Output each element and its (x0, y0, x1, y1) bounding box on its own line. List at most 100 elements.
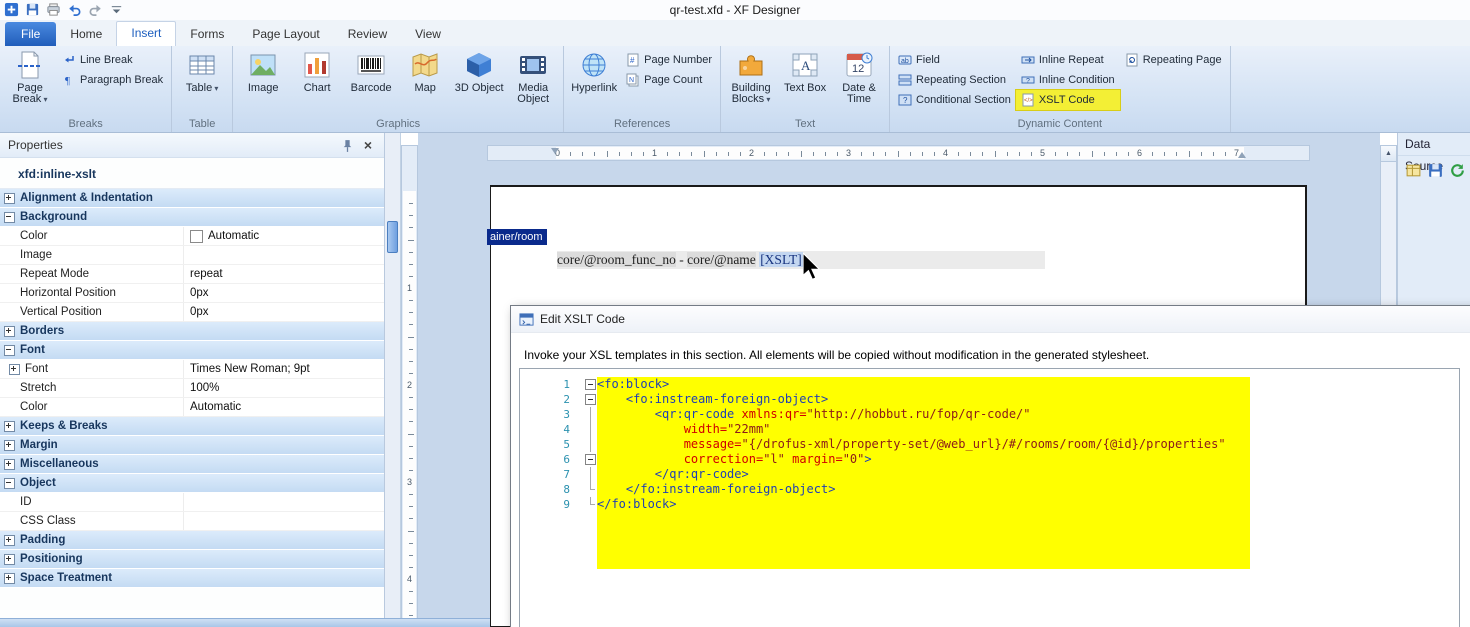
field-token[interactable]: core/@name (687, 252, 756, 267)
property-category-borders[interactable]: Borders (0, 322, 384, 341)
highlighted-code-block[interactable]: <fo:block> <fo:instream-foreign-object> … (597, 377, 1250, 569)
code-line[interactable]: <fo:block> (597, 377, 1250, 392)
ribbon-tab-file[interactable]: File (5, 22, 56, 46)
expand-icon[interactable] (4, 573, 15, 584)
checkbox[interactable] (190, 230, 203, 243)
datasource-new-icon[interactable] (1405, 162, 1422, 179)
property-row-repeat-mode[interactable]: Repeat Moderepeat (0, 265, 384, 284)
datasource-refresh-icon[interactable] (1449, 162, 1466, 179)
property-value-cell[interactable]: Automatic (183, 398, 384, 416)
ribbon-tab-review[interactable]: Review (334, 22, 401, 46)
ribbon-button-field[interactable]: abField (893, 50, 1016, 70)
property-category-margin[interactable]: Margin (0, 436, 384, 455)
right-indent-marker[interactable] (1238, 152, 1246, 158)
expand-icon[interactable] (4, 193, 15, 204)
datasource-save-icon[interactable] (1427, 162, 1444, 179)
ribbon-button-table[interactable]: Table ▾ (175, 48, 229, 94)
ribbon-button-inline-condition[interactable]: ?Inline Condition (1016, 70, 1120, 90)
code-fold-toggle-icon[interactable] (584, 377, 597, 392)
dialog-title-bar[interactable]: Edit XSLT Code (511, 306, 1470, 333)
property-value-cell[interactable]: Automatic (183, 227, 384, 245)
expand-icon[interactable] (4, 459, 15, 470)
expand-icon[interactable] (4, 326, 15, 337)
property-value-cell[interactable]: 100% (183, 379, 384, 397)
expand-icon[interactable] (4, 535, 15, 546)
property-category-font[interactable]: Font (0, 341, 384, 360)
ribbon-button-hyperlink[interactable]: Hyperlink (567, 48, 621, 94)
ribbon-button-repeating-section[interactable]: Repeating Section (893, 70, 1016, 90)
property-value-cell[interactable] (183, 246, 384, 264)
scrollbar-thumb[interactable] (387, 221, 398, 253)
ribbon-button-3d-object[interactable]: 3D Object (452, 48, 506, 94)
code-line[interactable]: correction="l" margin="0"> (597, 452, 1250, 467)
ribbon-button-paragraph-break[interactable]: ¶Paragraph Break (57, 70, 168, 90)
pin-icon[interactable] (340, 138, 355, 153)
code-line[interactable]: message="{/drofus-xml/property-set/@web_… (597, 437, 1250, 452)
ribbon-button-map[interactable]: Map (398, 48, 452, 94)
code-line[interactable]: </qr:qr-code> (597, 467, 1250, 482)
code-line[interactable]: width="22mm" (597, 422, 1250, 437)
ribbon-button-page-break[interactable]: Page Break ▾ (3, 48, 57, 105)
code-fold-toggle-icon[interactable] (584, 392, 597, 407)
property-row-id[interactable]: ID (0, 493, 384, 512)
ribbon-button-inline-repeat[interactable]: Inline Repeat (1016, 50, 1120, 70)
code-line[interactable]: </fo:block> (597, 497, 1250, 512)
expand-icon[interactable] (4, 554, 15, 565)
close-icon[interactable]: × (364, 138, 372, 152)
field-token[interactable]: core/@room_func_no (557, 252, 676, 267)
property-row-color[interactable]: ColorAutomatic (0, 398, 384, 417)
property-row-color[interactable]: ColorAutomatic (0, 227, 384, 246)
xslt-token[interactable]: [XSLT] (759, 252, 803, 267)
property-value-cell[interactable]: Times New Roman; 9pt (183, 360, 384, 378)
xslt-code-editor[interactable]: 123456789 <fo:block> <fo:instream-foreig… (519, 368, 1460, 627)
ribbon-button-chart[interactable]: Chart (290, 48, 344, 94)
property-row-horizontal-position[interactable]: Horizontal Position0px (0, 284, 384, 303)
ribbon-button-page-count[interactable]: NPage Count (621, 70, 717, 90)
property-value-cell[interactable] (183, 512, 384, 530)
ribbon-button-building-blocks[interactable]: Building Blocks ▾ (724, 48, 778, 105)
property-row-image[interactable]: Image (0, 246, 384, 265)
ribbon-tab-forms[interactable]: Forms (176, 22, 238, 46)
repeat-region-tag[interactable]: ainer/room (487, 229, 547, 245)
expand-icon[interactable] (9, 364, 20, 375)
property-category-background[interactable]: Background (0, 208, 384, 227)
property-category-space-treatment[interactable]: Space Treatment (0, 569, 384, 588)
ribbon-button-image[interactable]: Image (236, 48, 290, 94)
property-category-alignment-indentation[interactable]: Alignment & Indentation (0, 189, 384, 208)
property-value-cell[interactable] (183, 493, 384, 511)
properties-horizontal-scrollbar[interactable] (0, 618, 490, 627)
ribbon-button-repeating-page[interactable]: Repeating Page (1120, 50, 1227, 70)
ribbon-tab-insert[interactable]: Insert (116, 21, 176, 46)
property-value-cell[interactable]: 0px (183, 303, 384, 321)
ribbon-tab-page-layout[interactable]: Page Layout (238, 22, 333, 46)
property-category-miscellaneous[interactable]: Miscellaneous (0, 455, 384, 474)
collapse-icon[interactable] (4, 478, 15, 489)
property-category-keeps-breaks[interactable]: Keeps & Breaks (0, 417, 384, 436)
expand-icon[interactable] (4, 421, 15, 432)
ribbon-button-text-box[interactable]: AText Box (778, 48, 832, 94)
property-row-css-class[interactable]: CSS Class (0, 512, 384, 531)
property-row-font[interactable]: FontTimes New Roman; 9pt (0, 360, 384, 379)
ribbon-button-page-number[interactable]: #Page Number (621, 50, 717, 70)
ribbon-button-conditional-section[interactable]: ?Conditional Section (893, 90, 1016, 110)
ribbon-tab-view[interactable]: View (401, 22, 455, 46)
ribbon-button-barcode[interactable]: Barcode (344, 48, 398, 94)
property-row-stretch[interactable]: Stretch100% (0, 379, 384, 398)
ribbon-button-date-time[interactable]: 12Date & Time (832, 48, 886, 105)
collapse-icon[interactable] (4, 212, 15, 223)
scroll-up-button[interactable]: ▲ (1381, 146, 1396, 162)
code-fold-toggle-icon[interactable] (584, 452, 597, 467)
ribbon-button-line-break[interactable]: Line Break (57, 50, 168, 70)
ribbon-tab-home[interactable]: Home (56, 22, 116, 46)
properties-scrollbar[interactable] (385, 133, 401, 627)
code-line[interactable]: <qr:qr-code xmlns:qr="http://hobbut.ru/f… (597, 407, 1250, 422)
property-category-positioning[interactable]: Positioning (0, 550, 384, 569)
collapse-icon[interactable] (4, 345, 15, 356)
property-row-vertical-position[interactable]: Vertical Position0px (0, 303, 384, 322)
ribbon-button-media-object[interactable]: Media Object (506, 48, 560, 105)
left-indent-marker[interactable] (551, 148, 559, 154)
code-line[interactable]: </fo:instream-foreign-object> (597, 482, 1250, 497)
expand-icon[interactable] (4, 440, 15, 451)
document-content-row[interactable]: core/@room_func_no - core/@name [XSLT] (557, 251, 1045, 269)
property-category-object[interactable]: Object (0, 474, 384, 493)
